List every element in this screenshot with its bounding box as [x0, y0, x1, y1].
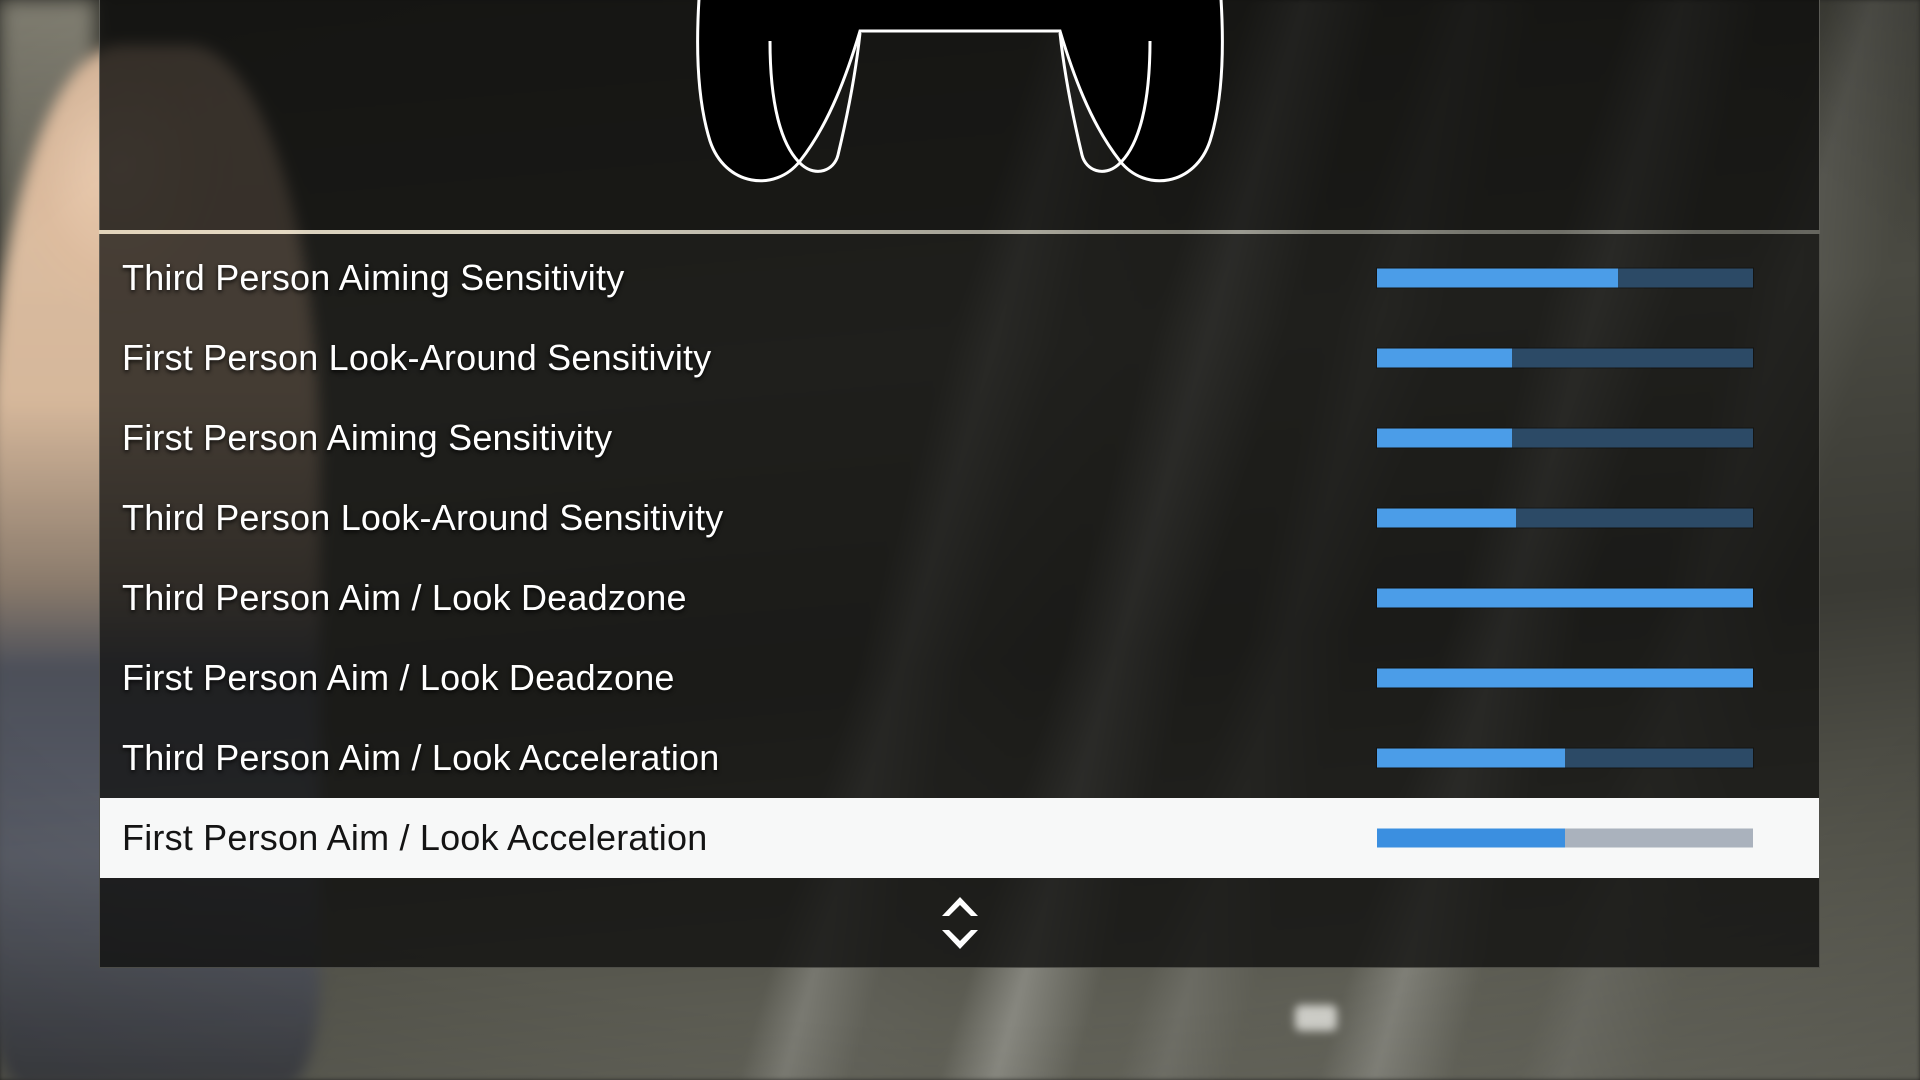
- settings-row[interactable]: Third Person Aim / Look Deadzone: [100, 558, 1819, 638]
- settings-row-label: Third Person Look-Around Sensitivity: [122, 497, 724, 538]
- settings-row[interactable]: First Person Aiming Sensitivity: [100, 398, 1819, 478]
- settings-row-label: First Person Aim / Look Acceleration: [122, 817, 708, 858]
- settings-slider[interactable]: [1377, 668, 1753, 688]
- legend-left-column: SNIPER / CAMERA ZOOM PHONE RIGHT MOVE ST…: [100, 0, 720, 230]
- controller-diagram: [695, 0, 1224, 183]
- settings-slider[interactable]: [1377, 428, 1753, 448]
- settings-row[interactable]: First Person Aim / Look Acceleration: [100, 798, 1819, 878]
- settings-slider-fill: [1377, 428, 1513, 448]
- settings-row[interactable]: Third Person Look-Around Sensitivity: [100, 478, 1819, 558]
- settings-row[interactable]: First Person Look-Around Sensitivity: [100, 318, 1819, 398]
- settings-slider-fill: [1377, 268, 1618, 288]
- pause-menu-panel: SNIPER / CAMERA ZOOM PHONE RIGHT MOVE ST…: [99, 0, 1820, 968]
- settings-row-label: First Person Look-Around Sensitivity: [122, 337, 712, 378]
- settings-slider[interactable]: [1377, 588, 1753, 608]
- settings-row[interactable]: Third Person Aiming Sensitivity: [100, 238, 1819, 318]
- settings-slider-fill: [1377, 748, 1565, 768]
- settings-slider-fill: [1377, 588, 1753, 608]
- settings-slider[interactable]: [1377, 508, 1753, 528]
- settings-row-label: First Person Aiming Sensitivity: [122, 417, 613, 458]
- scroll-indicator-bar[interactable]: [99, 878, 1820, 968]
- controller-legend: SNIPER / CAMERA ZOOM PHONE RIGHT MOVE ST…: [99, 0, 1820, 230]
- settings-row-label: Third Person Aiming Sensitivity: [122, 257, 625, 298]
- settings-list: Third Person Aiming Sensitivity First Per…: [99, 234, 1820, 878]
- settings-row-label: First Person Aim / Look Deadzone: [122, 657, 675, 698]
- settings-row-label: Third Person Aim / Look Acceleration: [122, 737, 720, 778]
- settings-row-label: Third Person Aim / Look Deadzone: [122, 577, 687, 618]
- settings-slider[interactable]: [1377, 828, 1753, 848]
- settings-row[interactable]: First Person Aim / Look Deadzone: [100, 638, 1819, 718]
- settings-slider-fill: [1377, 668, 1753, 688]
- settings-slider-fill: [1377, 508, 1517, 528]
- legend-right-column: ANSWER PHONE CLIMB LOOK ZOOM AIM: [1199, 0, 1819, 230]
- settings-slider-fill: [1377, 348, 1513, 368]
- settings-slider[interactable]: [1377, 748, 1753, 768]
- settings-slider[interactable]: [1377, 268, 1753, 288]
- settings-slider[interactable]: [1377, 348, 1753, 368]
- settings-slider-fill: [1377, 828, 1565, 848]
- scroll-up-down-icon[interactable]: [938, 895, 982, 951]
- settings-row[interactable]: Third Person Aim / Look Acceleration: [100, 718, 1819, 798]
